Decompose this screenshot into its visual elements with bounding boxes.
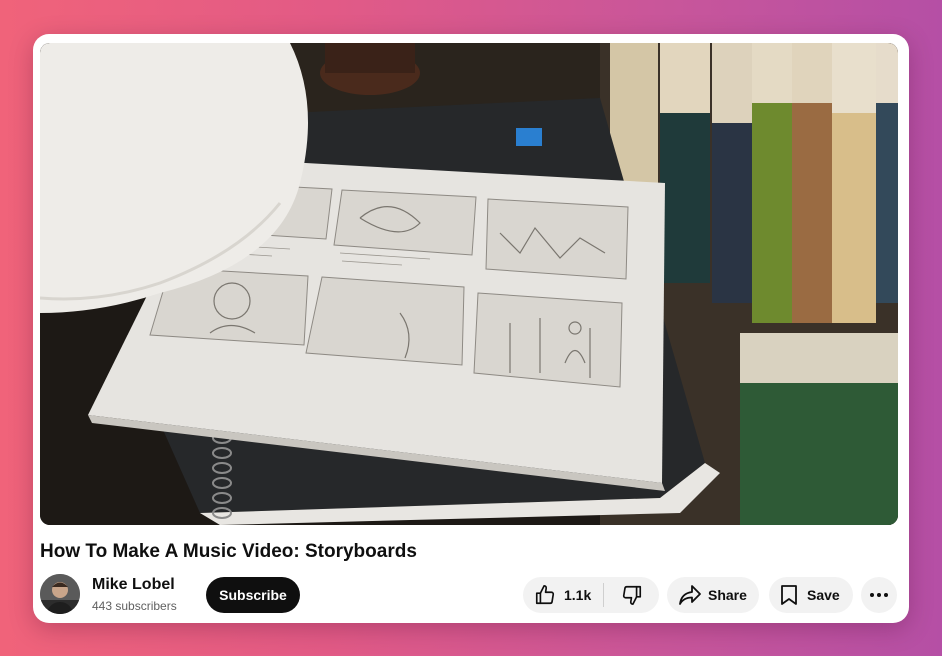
avatar-image bbox=[40, 574, 80, 614]
more-actions-button[interactable] bbox=[861, 577, 897, 613]
more-horizontal-icon bbox=[869, 592, 889, 598]
share-button[interactable]: Share bbox=[667, 577, 759, 613]
like-count: 1.1k bbox=[564, 587, 592, 603]
like-button[interactable]: 1.1k bbox=[523, 577, 603, 613]
share-label: Share bbox=[708, 587, 747, 603]
video-thumbnail[interactable] bbox=[40, 43, 898, 525]
thumbs-down-icon bbox=[621, 584, 643, 606]
video-title[interactable]: How To Make A Music Video: Storyboards bbox=[40, 541, 417, 563]
subscriber-count: 443 subscribers bbox=[92, 599, 177, 613]
video-card: How To Make A Music Video: Storyboards M… bbox=[33, 34, 909, 623]
thumbnail-illustration bbox=[40, 43, 898, 525]
like-dislike-group: 1.1k bbox=[523, 577, 659, 613]
channel-name[interactable]: Mike Lobel bbox=[92, 576, 175, 594]
share-arrow-icon bbox=[678, 584, 702, 606]
thumbs-up-icon bbox=[534, 584, 556, 606]
save-button[interactable]: Save bbox=[769, 577, 853, 613]
save-label: Save bbox=[807, 587, 840, 603]
subscribe-button[interactable]: Subscribe bbox=[206, 577, 300, 613]
channel-avatar[interactable] bbox=[40, 574, 80, 614]
bookmark-icon bbox=[779, 584, 799, 606]
dislike-button[interactable] bbox=[604, 577, 659, 613]
